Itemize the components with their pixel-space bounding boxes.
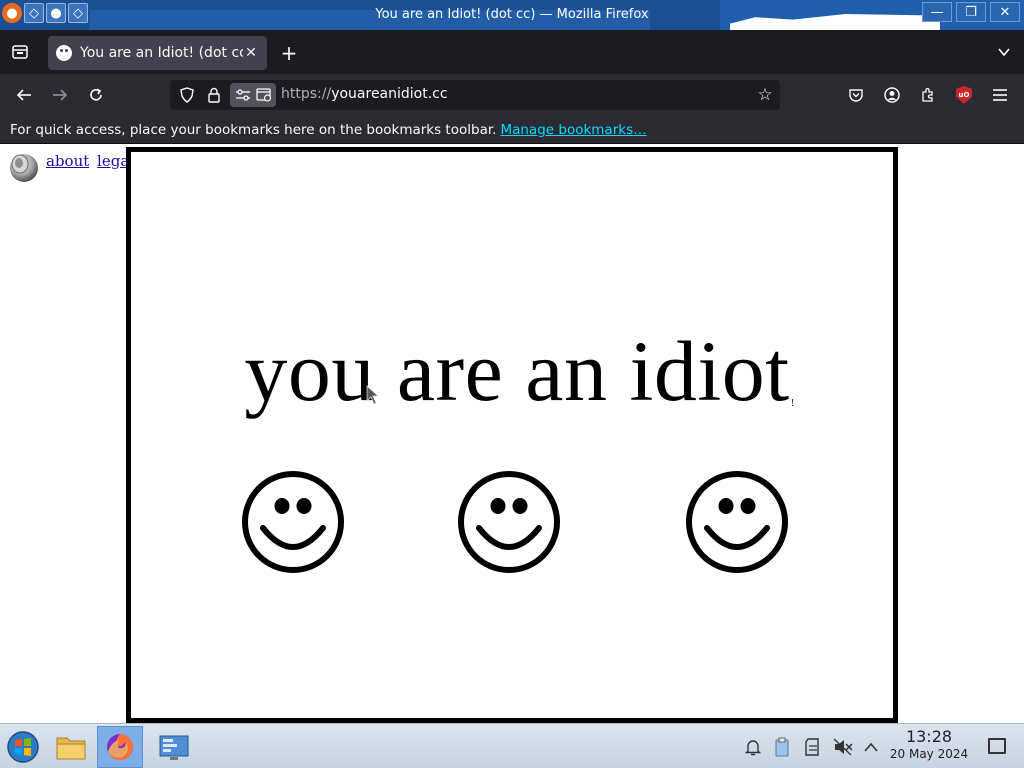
url-host: youareanidiot.cc bbox=[331, 86, 448, 102]
account-icon bbox=[884, 87, 900, 103]
sd-card-icon[interactable] bbox=[802, 736, 824, 758]
clock-date: 20 May 2024 bbox=[889, 747, 969, 761]
url-bar[interactable]: https://youareanidiot.cc ☆ bbox=[170, 80, 780, 110]
tab-label: You are an Idiot! (dot cc) bbox=[80, 45, 243, 61]
maximize-icon[interactable]: ❐ bbox=[956, 2, 986, 22]
folder-icon bbox=[56, 737, 86, 760]
tab-strip: You are an Idiot! (dot cc) ✕ + bbox=[0, 30, 1024, 74]
notifications-bell-icon[interactable] bbox=[742, 736, 764, 758]
back-button[interactable] bbox=[12, 83, 36, 107]
tray-expand-chevron-icon[interactable] bbox=[860, 736, 882, 758]
tracking-protection-shield-icon[interactable] bbox=[177, 85, 197, 105]
headline-suffix: ! bbox=[791, 398, 795, 409]
extensions-button[interactable] bbox=[916, 83, 940, 107]
bookmarks-toolbar: For quick access, place your bookmarks h… bbox=[0, 116, 1024, 144]
forward-button[interactable] bbox=[48, 83, 72, 107]
show-desktop-icon[interactable] bbox=[988, 738, 1006, 754]
idiot-frame: you are an idiot ! bbox=[126, 147, 898, 723]
site-permissions-button[interactable] bbox=[230, 83, 276, 107]
smiley-face-icon bbox=[686, 471, 788, 573]
page-content: about legacy safe you are an idiot ! bbox=[0, 145, 1024, 723]
url-text[interactable]: https://youareanidiot.cc bbox=[281, 86, 448, 102]
hamburger-menu-icon bbox=[993, 89, 1007, 101]
pocket-button[interactable] bbox=[844, 83, 868, 107]
back-arrow-icon bbox=[16, 89, 31, 101]
firefox-view-icon bbox=[12, 45, 28, 59]
reload-button[interactable] bbox=[84, 83, 108, 107]
taskbar-system-app[interactable] bbox=[151, 726, 197, 768]
start-orb-icon bbox=[7, 731, 39, 763]
start-menu-button[interactable] bbox=[0, 726, 46, 768]
volume-muted-icon[interactable] bbox=[832, 736, 854, 758]
speaker-icon[interactable] bbox=[6, 149, 40, 183]
window-controls[interactable]: — ❐ ✕ bbox=[922, 2, 1020, 22]
headline: you are an idiot bbox=[244, 323, 790, 419]
navigation-toolbar: https://youareanidiot.cc ☆ uO bbox=[0, 74, 1024, 116]
tab-close-icon[interactable]: ✕ bbox=[243, 45, 259, 61]
manage-bookmarks-link[interactable]: Manage bookmarks… bbox=[500, 122, 646, 138]
lock-icon[interactable] bbox=[204, 85, 224, 105]
ublock-origin-button[interactable]: uO bbox=[952, 83, 976, 107]
puzzle-piece-icon bbox=[922, 87, 933, 102]
bookmark-star-icon[interactable]: ☆ bbox=[755, 85, 775, 105]
smiley-face-icon bbox=[242, 471, 344, 573]
smiley-face-icon bbox=[458, 471, 560, 573]
firefox-view-button[interactable] bbox=[8, 40, 32, 64]
clock-time: 13:28 bbox=[905, 727, 953, 746]
taskbar-firefox[interactable] bbox=[97, 726, 143, 768]
smiley-favicon-icon bbox=[56, 45, 72, 61]
clipboard-icon[interactable] bbox=[771, 736, 793, 758]
about-link[interactable]: about bbox=[46, 152, 89, 170]
pocket-icon bbox=[849, 89, 863, 102]
forward-arrow-icon bbox=[53, 89, 68, 101]
app-menu-button[interactable] bbox=[988, 83, 1012, 107]
taskbar-file-manager[interactable] bbox=[48, 726, 94, 768]
mouse-cursor-icon bbox=[366, 385, 380, 405]
bookmarks-toolbar-message: For quick access, place your bookmarks h… bbox=[10, 121, 497, 138]
permissions-sliders-icon bbox=[235, 89, 250, 101]
account-button[interactable] bbox=[880, 83, 904, 107]
new-tab-button[interactable]: + bbox=[277, 41, 301, 65]
close-icon[interactable]: ✕ bbox=[990, 2, 1020, 22]
minimize-icon[interactable]: — bbox=[922, 2, 952, 22]
firefox-icon bbox=[107, 734, 133, 760]
taskbar: 13:28 20 May 2024 bbox=[0, 723, 1024, 768]
reload-icon bbox=[90, 88, 102, 101]
list-all-tabs-chevron-icon[interactable] bbox=[994, 42, 1014, 62]
autoplay-blocked-icon bbox=[255, 88, 271, 102]
clock[interactable]: 13:28 20 May 2024 bbox=[884, 728, 974, 762]
os-title-bar[interactable]: ● ◇ ● ◇ You are an Idiot! (dot cc) — Moz… bbox=[0, 0, 1024, 30]
window-title: You are an Idiot! (dot cc) — Mozilla Fir… bbox=[375, 7, 649, 22]
ublock-origin-icon: uO bbox=[956, 86, 972, 104]
monitor-app-icon bbox=[159, 735, 189, 760]
url-protocol: https:// bbox=[281, 86, 332, 102]
tab-active[interactable]: You are an Idiot! (dot cc) ✕ bbox=[48, 36, 267, 70]
